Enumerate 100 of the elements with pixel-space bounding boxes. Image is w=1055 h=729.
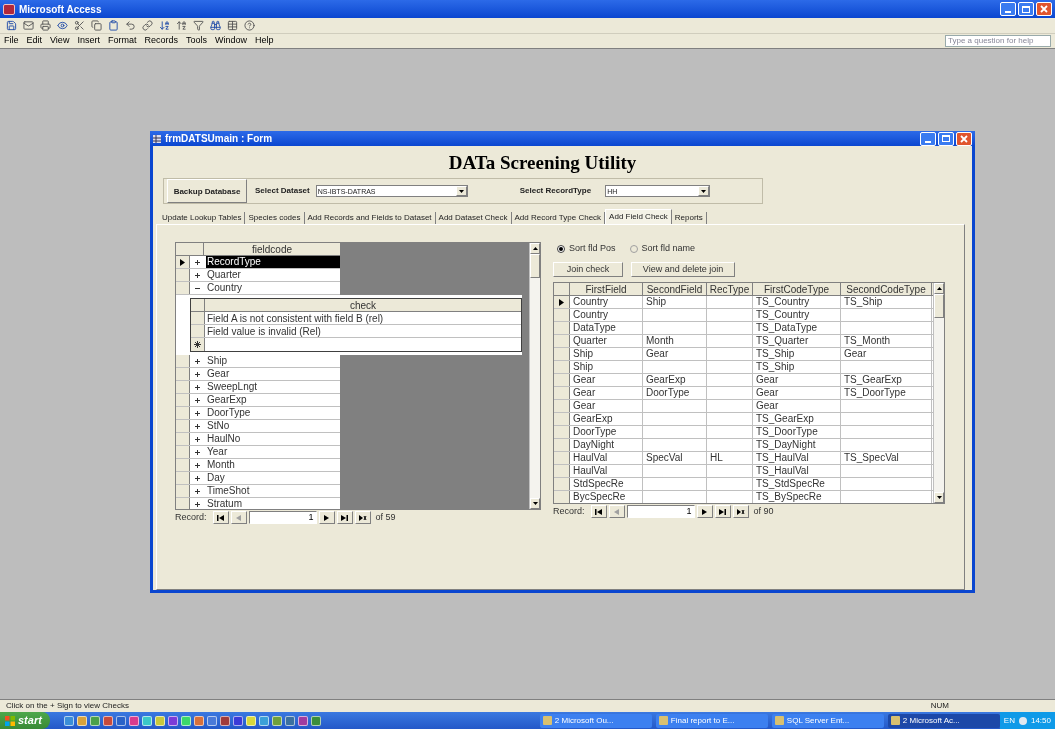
tab[interactable]: Add Field Check <box>605 209 672 225</box>
sort-ascending-icon[interactable] <box>159 20 170 31</box>
link-icon[interactable] <box>142 20 153 31</box>
filter-icon[interactable] <box>193 20 204 31</box>
prev-record-button[interactable] <box>608 505 625 519</box>
first-record-button[interactable] <box>212 511 229 525</box>
quick-launch-icon[interactable] <box>245 715 256 726</box>
quick-launch-icon[interactable] <box>63 715 74 726</box>
row-selector[interactable] <box>176 256 190 269</box>
maximize-button[interactable] <box>1018 2 1034 16</box>
column-header[interactable]: SecondCodeType <box>841 283 932 296</box>
quick-launch-icon[interactable] <box>102 715 113 726</box>
menu-item[interactable]: Records <box>144 34 178 48</box>
mail-icon[interactable] <box>23 20 34 31</box>
tab[interactable]: Add Records and Fields to Dataset <box>304 212 436 225</box>
scrollbar[interactable] <box>933 283 944 504</box>
task-button[interactable]: 2 Microsoft Ou... <box>539 713 652 728</box>
menu-item[interactable]: Tools <box>185 34 207 48</box>
quick-launch-icon[interactable] <box>206 715 217 726</box>
next-record-button[interactable] <box>318 511 335 525</box>
scroll-down-button[interactable] <box>530 498 540 510</box>
binoculars-icon[interactable] <box>210 20 221 31</box>
sort-descending-icon[interactable] <box>176 20 187 31</box>
quick-launch-icon[interactable] <box>180 715 191 726</box>
menu-item[interactable]: Insert <box>77 34 100 48</box>
menu-item[interactable]: View <box>50 34 70 48</box>
start-button[interactable]: start <box>0 712 50 729</box>
menu-item[interactable]: Window <box>214 34 247 48</box>
row-selector[interactable] <box>554 296 570 309</box>
quick-launch-icon[interactable] <box>258 715 269 726</box>
add-record-button[interactable] <box>732 505 749 519</box>
column-header[interactable]: RecType <box>707 283 753 296</box>
add-record-button[interactable] <box>354 511 371 525</box>
record-number-field[interactable]: 1 <box>248 511 317 525</box>
help-icon[interactable] <box>244 20 255 31</box>
expand-icon[interactable] <box>194 449 200 455</box>
column-header[interactable]: FirstField <box>570 283 643 296</box>
radio-button[interactable] <box>629 245 638 254</box>
task-button[interactable]: SQL Server Ent... <box>771 713 884 728</box>
tab[interactable]: Species codes <box>245 212 305 225</box>
scroll-thumb[interactable] <box>934 294 944 319</box>
expand-icon[interactable] <box>194 259 200 265</box>
help-search-field[interactable]: Type a question for help <box>945 35 1051 47</box>
menu-item[interactable]: File <box>4 34 19 48</box>
next-record-button[interactable] <box>696 505 713 519</box>
close-button[interactable] <box>956 131 972 146</box>
quick-launch-icon[interactable] <box>76 715 87 726</box>
expand-icon[interactable] <box>194 475 200 481</box>
quick-launch-icon[interactable] <box>219 715 230 726</box>
quick-launch-icon[interactable] <box>128 715 139 726</box>
scroll-down-button[interactable] <box>934 492 944 504</box>
maximize-button[interactable] <box>938 131 954 146</box>
tab[interactable]: Update Lookup Tables <box>159 212 246 225</box>
quick-launch-icon[interactable] <box>89 715 100 726</box>
quick-launch-icon[interactable] <box>297 715 308 726</box>
column-header[interactable]: FirstCodeType <box>753 283 841 296</box>
quick-launch-icon[interactable] <box>232 715 243 726</box>
quick-launch-icon[interactable] <box>193 715 204 726</box>
scroll-thumb[interactable] <box>530 254 540 279</box>
tab[interactable]: Add Dataset Check <box>435 212 512 225</box>
quick-launch-icon[interactable] <box>141 715 152 726</box>
menu-item[interactable]: Format <box>107 34 137 48</box>
backup-database-button[interactable]: Backup Database <box>167 179 247 204</box>
menu-item[interactable]: Help <box>254 34 274 48</box>
quick-launch-icon[interactable] <box>115 715 126 726</box>
paste-icon[interactable] <box>108 20 119 31</box>
radio-button[interactable] <box>557 245 565 254</box>
close-button[interactable] <box>1036 2 1052 16</box>
expand-icon[interactable] <box>194 371 200 377</box>
expand-icon[interactable] <box>194 462 200 468</box>
save-icon[interactable] <box>6 20 17 31</box>
last-record-button[interactable] <box>714 505 731 519</box>
scrollbar[interactable] <box>529 243 540 510</box>
expand-icon[interactable] <box>194 488 200 494</box>
expand-icon[interactable] <box>194 436 200 442</box>
prev-record-button[interactable] <box>230 511 247 525</box>
record-number-field[interactable]: 1 <box>626 505 695 519</box>
quick-launch-icon[interactable] <box>271 715 282 726</box>
expand-icon[interactable] <box>194 384 200 390</box>
first-record-button[interactable] <box>590 505 607 519</box>
scroll-up-button[interactable] <box>934 283 944 295</box>
copy-icon[interactable] <box>91 20 102 31</box>
tab[interactable]: Reports <box>671 212 707 225</box>
minimize-button[interactable] <box>1000 2 1016 16</box>
quick-launch-icon[interactable] <box>310 715 321 726</box>
expand-icon[interactable] <box>194 501 200 507</box>
preview-icon[interactable] <box>57 20 68 31</box>
task-button[interactable]: Final report to E... <box>655 713 768 728</box>
scissors-icon[interactable] <box>74 20 85 31</box>
action-button[interactable]: View and delete join <box>631 262 735 278</box>
expand-icon[interactable] <box>194 397 200 403</box>
task-button[interactable]: 2 Microsoft Ac... <box>887 713 1000 728</box>
expand-icon[interactable] <box>194 358 200 364</box>
menu-item[interactable]: Edit <box>26 34 43 48</box>
table-icon[interactable] <box>227 20 238 31</box>
quick-launch-icon[interactable] <box>167 715 178 726</box>
expand-icon[interactable] <box>194 272 200 278</box>
quick-launch-icon[interactable] <box>284 715 295 726</box>
quick-launch-icon[interactable] <box>154 715 165 726</box>
undo-icon[interactable] <box>125 20 136 31</box>
